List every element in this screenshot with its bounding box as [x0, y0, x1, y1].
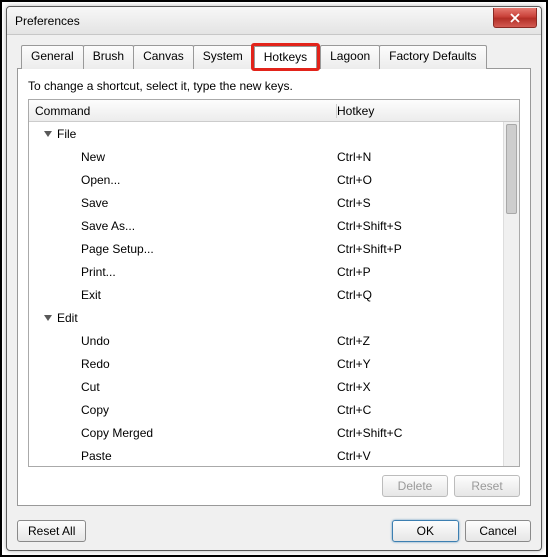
table-row[interactable]: CopyCtrl+C — [29, 398, 503, 421]
cmd-label: Open... — [29, 173, 337, 187]
table-row[interactable]: Open...Ctrl+O — [29, 168, 503, 191]
cmd-label: Copy — [29, 403, 337, 417]
tab-hotkeys-highlight: Hotkeys — [251, 43, 320, 71]
hotkey-value: Ctrl+S — [337, 196, 503, 210]
titlebar: Preferences — [7, 7, 541, 35]
table-row[interactable]: SaveCtrl+S — [29, 191, 503, 214]
cmd-label: Cut — [29, 380, 337, 394]
expand-icon[interactable] — [43, 313, 53, 323]
table-row[interactable]: ExitCtrl+Q — [29, 283, 503, 306]
table-row[interactable]: PasteCtrl+V — [29, 444, 503, 466]
cmd-label: Redo — [29, 357, 337, 371]
table-row[interactable]: RedoCtrl+Y — [29, 352, 503, 375]
reset-button[interactable]: Reset — [454, 475, 520, 497]
tab-system[interactable]: System — [193, 45, 253, 69]
tab-canvas[interactable]: Canvas — [133, 45, 194, 69]
hotkey-value: Ctrl+Q — [337, 288, 503, 302]
hotkey-value: Ctrl+Shift+C — [337, 426, 503, 440]
table-row[interactable]: Save As...Ctrl+Shift+S — [29, 214, 503, 237]
scrollbar[interactable] — [503, 122, 519, 466]
cmd-label: New — [29, 150, 337, 164]
dialog-footer: Reset All OK Cancel — [7, 514, 541, 550]
table-row[interactable]: Page Setup...Ctrl+Shift+P — [29, 237, 503, 260]
close-icon — [510, 13, 520, 23]
cancel-button[interactable]: Cancel — [465, 520, 531, 542]
close-button[interactable] — [493, 8, 537, 28]
tab-brush[interactable]: Brush — [83, 45, 134, 69]
tab-factory-defaults[interactable]: Factory Defaults — [379, 45, 486, 69]
tab-panel-hotkeys: To change a shortcut, select it, type th… — [17, 68, 531, 506]
hotkey-value: Ctrl+O — [337, 173, 503, 187]
hotkey-value: Ctrl+Shift+S — [337, 219, 503, 233]
delete-button[interactable]: Delete — [382, 475, 448, 497]
expand-icon[interactable] — [43, 129, 53, 139]
reset-all-button[interactable]: Reset All — [17, 520, 86, 542]
table-row[interactable]: Print...Ctrl+P — [29, 260, 503, 283]
instruction-text: To change a shortcut, select it, type th… — [28, 79, 520, 93]
window-title: Preferences — [15, 14, 80, 28]
scrollbar-thumb[interactable] — [506, 124, 517, 214]
cmd-label: Exit — [29, 288, 337, 302]
cmd-label: Page Setup... — [29, 242, 337, 256]
hotkey-value: Ctrl+X — [337, 380, 503, 394]
hotkey-value: Ctrl+Y — [337, 357, 503, 371]
hotkey-grid: Command Hotkey File — [28, 99, 520, 467]
ok-button[interactable]: OK — [392, 520, 459, 542]
hotkey-value: Ctrl+C — [337, 403, 503, 417]
table-row[interactable]: NewCtrl+N — [29, 145, 503, 168]
tab-strip: General Brush Canvas System Hotkeys Lago… — [17, 45, 531, 69]
tab-lagoon[interactable]: Lagoon — [320, 45, 380, 69]
hotkey-value: Ctrl+Shift+P — [337, 242, 503, 256]
preferences-window: Preferences General Brush Canvas System … — [6, 6, 542, 551]
cmd-label: Print... — [29, 265, 337, 279]
tab-general[interactable]: General — [21, 45, 84, 69]
group-label: Edit — [57, 311, 78, 325]
table-row[interactable]: CutCtrl+X — [29, 375, 503, 398]
group-file[interactable]: File — [29, 122, 503, 145]
hotkey-value: Ctrl+Z — [337, 334, 503, 348]
grid-header: Command Hotkey — [29, 100, 519, 122]
table-row[interactable]: Copy MergedCtrl+Shift+C — [29, 421, 503, 444]
cmd-label: Save As... — [29, 219, 337, 233]
cmd-label: Copy Merged — [29, 426, 337, 440]
hotkey-value: Ctrl+P — [337, 265, 503, 279]
hotkey-value: Ctrl+N — [337, 150, 503, 164]
cmd-label: Paste — [29, 449, 337, 463]
cmd-label: Save — [29, 196, 337, 210]
group-label: File — [57, 127, 76, 141]
hotkey-value: Ctrl+V — [337, 449, 503, 463]
cmd-label: Undo — [29, 334, 337, 348]
tab-hotkeys[interactable]: Hotkeys — [254, 46, 317, 68]
group-edit[interactable]: Edit — [29, 306, 503, 329]
column-header-command[interactable]: Command — [29, 104, 337, 118]
grid-body: File NewCtrl+N Open...Ctrl+O SaveCtrl+S … — [29, 122, 519, 466]
table-row[interactable]: UndoCtrl+Z — [29, 329, 503, 352]
column-header-hotkey[interactable]: Hotkey — [337, 104, 519, 118]
